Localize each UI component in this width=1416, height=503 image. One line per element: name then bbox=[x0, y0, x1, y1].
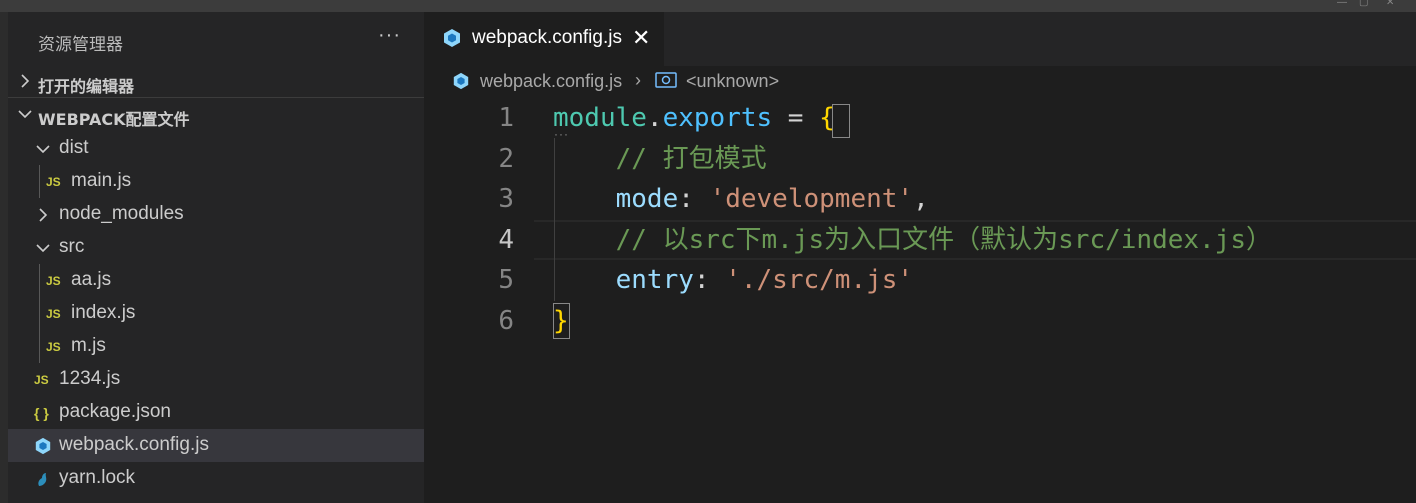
tree-file-index-js[interactable]: JS index.js bbox=[8, 297, 424, 330]
chevron-right-icon bbox=[21, 74, 30, 88]
explorer-header: 资源管理器 ··· bbox=[8, 12, 424, 66]
code-token: mode bbox=[615, 184, 679, 214]
tree-folder-dist[interactable]: dist bbox=[8, 132, 424, 165]
tree-file-package-json[interactable]: { } package.json bbox=[8, 396, 424, 429]
tree-item-label: 1234.js bbox=[59, 368, 121, 389]
breadcrumb-file[interactable]: webpack.config.js bbox=[480, 71, 622, 92]
tree-item-label: index.js bbox=[71, 302, 136, 323]
tree-folder-node_modules[interactable]: node_modules bbox=[8, 198, 424, 231]
symbol-icon bbox=[655, 72, 677, 88]
line-number: 4 bbox=[498, 224, 514, 255]
code-editor[interactable]: 123456 ··· module.exports = { // 打包模式 mo… bbox=[424, 98, 1416, 503]
tab-label: webpack.config.js bbox=[472, 27, 622, 48]
code-line: module.exports = { bbox=[553, 98, 835, 138]
chevron-down-icon bbox=[34, 239, 52, 257]
tree-file-webpack-config-js[interactable]: webpack.config.js bbox=[8, 429, 424, 462]
tree-file-yarn-lock[interactable]: yarn.lock bbox=[8, 462, 424, 495]
code-token: , bbox=[913, 184, 929, 214]
js-file-icon: JS bbox=[46, 307, 61, 321]
code-line: } bbox=[553, 301, 569, 341]
line-number-gutter: 1 2 3 4 5 6 bbox=[424, 98, 534, 503]
code-token: : bbox=[693, 265, 726, 295]
close-icon[interactable]: ✕ bbox=[632, 25, 650, 51]
tree-file-main-js[interactable]: JS main.js bbox=[8, 165, 424, 198]
line-number: 5 bbox=[498, 265, 514, 295]
tree-file-1234-js[interactable]: JS 1234.js bbox=[8, 363, 424, 396]
code-token: { bbox=[819, 103, 835, 133]
code-token: './src/m.js' bbox=[725, 265, 914, 295]
code-token: = bbox=[772, 103, 820, 133]
code-area[interactable]: module.exports = { // 打包模式 mode: 'develo… bbox=[553, 98, 1416, 503]
code-token: // 以src下m.js为入口文件（默认为src/index.js） bbox=[553, 224, 1272, 255]
tab-webpack-config[interactable]: webpack.config.js ✕ bbox=[424, 12, 664, 66]
line-number: 2 bbox=[498, 143, 514, 174]
code-token: 'development' bbox=[709, 184, 914, 214]
title-bar: — ▢ ✕ bbox=[0, 0, 1416, 12]
tree-folder-src[interactable]: src bbox=[8, 231, 424, 264]
code-token: . bbox=[646, 103, 663, 133]
tree-item-label: yarn.lock bbox=[59, 467, 136, 488]
code-token: module bbox=[553, 103, 647, 133]
code-line: // 打包模式 bbox=[553, 139, 767, 179]
js-file-icon: JS bbox=[46, 340, 61, 354]
tree-item-label: package.json bbox=[59, 401, 171, 422]
line-number: 6 bbox=[498, 305, 514, 336]
breadcrumb-symbol[interactable]: <unknown> bbox=[686, 71, 779, 92]
restore-icon[interactable]: ▢ bbox=[1359, 0, 1371, 8]
open-editors-section[interactable]: 打开的编辑器 bbox=[8, 66, 424, 98]
webpack-icon bbox=[453, 72, 469, 90]
yarn-icon bbox=[34, 470, 52, 488]
close-window-icon[interactable]: ✕ bbox=[1386, 0, 1398, 8]
tab-bar: webpack.config.js ✕ bbox=[424, 12, 1416, 66]
breadcrumb: webpack.config.js › <unknown> bbox=[424, 66, 1416, 98]
tree-item-label: webpack.config.js bbox=[59, 434, 209, 455]
chevron-down-icon bbox=[34, 140, 52, 158]
project-label: WEBPACK配置文件 bbox=[38, 110, 190, 129]
line-number: 1 bbox=[498, 103, 514, 133]
tree-item-label: src bbox=[59, 236, 85, 257]
tree-item-label: aa.js bbox=[71, 269, 112, 290]
tree-item-label: dist bbox=[59, 137, 89, 158]
tree-item-label: node_modules bbox=[59, 203, 184, 224]
js-file-icon: JS bbox=[34, 373, 49, 387]
webpack-icon bbox=[444, 29, 460, 47]
tree-file-m-js[interactable]: JS m.js bbox=[8, 330, 424, 363]
line-number: 3 bbox=[498, 184, 514, 214]
tree-file-aa-js[interactable]: JS aa.js bbox=[8, 264, 424, 297]
minimize-icon[interactable]: — bbox=[1337, 0, 1349, 8]
code-line: entry: './src/m.js' bbox=[553, 260, 913, 300]
explorer-title: 资源管理器 bbox=[38, 35, 123, 55]
code-line: mode: 'development', bbox=[553, 179, 929, 219]
code-token: // 打包模式 bbox=[553, 143, 767, 174]
tree-item-label: main.js bbox=[71, 170, 132, 191]
more-actions-button[interactable]: ··· bbox=[378, 24, 401, 47]
code-token: } bbox=[553, 305, 569, 336]
js-file-icon: JS bbox=[46, 175, 61, 189]
project-section[interactable]: WEBPACK配置文件 bbox=[8, 99, 424, 131]
tree-item-label: m.js bbox=[71, 335, 106, 356]
json-file-icon: { } bbox=[34, 405, 49, 421]
explorer-sidebar: 资源管理器 ··· 打开的编辑器 WEBPACK配置文件 dist JS main.… bbox=[8, 12, 424, 503]
code-token: exports bbox=[662, 103, 773, 133]
webpack-icon bbox=[34, 437, 52, 455]
tree-indent-guide bbox=[39, 165, 40, 198]
code-token: : bbox=[678, 184, 710, 214]
activity-bar-edge bbox=[0, 12, 8, 503]
tree-indent-guide bbox=[39, 264, 40, 363]
js-file-icon: JS bbox=[46, 274, 61, 288]
chevron-down-icon bbox=[18, 110, 32, 119]
code-token: entry bbox=[615, 265, 694, 295]
breadcrumb-separator: › bbox=[635, 70, 641, 90]
open-editors-label: 打开的编辑器 bbox=[38, 77, 135, 96]
chevron-right-icon bbox=[34, 206, 52, 224]
code-line: // 以src下m.js为入口文件（默认为src/index.js） bbox=[553, 220, 1272, 260]
